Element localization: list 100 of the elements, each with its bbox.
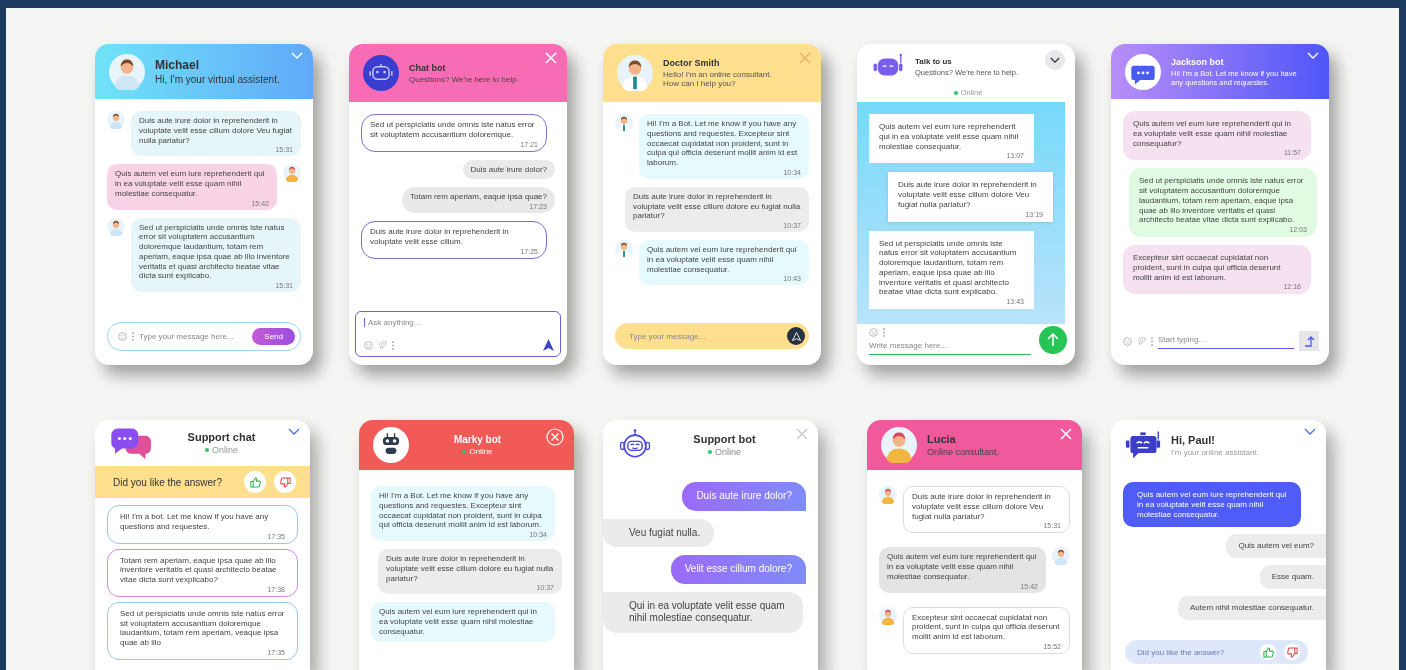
message-text: Quis autem vel eum iure reprehenderit qui in ea voluptate velit esse quam nihil molestiae consequatur. bbox=[1137, 490, 1287, 520]
arrow-up-icon bbox=[1303, 335, 1315, 347]
message-text: Sed ut perspiciatis unde omnis iste natus error sit voluptatem accusantium doloremque. bbox=[370, 120, 536, 140]
avatar-icon bbox=[1052, 547, 1070, 566]
header-title: Lucia bbox=[927, 433, 957, 445]
chat-bubble-icon bbox=[1125, 53, 1161, 90]
message-text: Excepteur sint occaecat cupidatat non proident, sunt in culpa qui officia deserunt mollit anim id est laborum. bbox=[1133, 253, 1282, 283]
online-dot-icon bbox=[462, 449, 467, 454]
header-title: Doctor Smith bbox=[663, 58, 721, 68]
header-title: Hi, Paul! bbox=[1171, 433, 1216, 446]
emoji-icon[interactable] bbox=[118, 332, 127, 341]
message-text: Excepteur sint occaecat cupidatat non proident, sunt in culpa qui officia deserunt mollit anim id est laborum. bbox=[912, 612, 1061, 642]
status-text: Online bbox=[469, 447, 493, 456]
message-text: Hi! I'm a Bot. Let me know if you have any questions and requestes. Excepteur sint occaecat cupidatat non proident, sunt in culpa qui officia deserunt mollit anim id est laborum. bbox=[647, 119, 799, 168]
collapse-button[interactable] bbox=[288, 428, 300, 436]
message-text: Totam rem aperiam, eaque ipsa quae ab illo inventore veritatis et quasi architecto beatae vitae dicta sunt vexplicabo? bbox=[120, 555, 278, 585]
emoji-icon[interactable] bbox=[869, 328, 878, 337]
header-subtitle: Online consultant. bbox=[927, 447, 1001, 457]
send-arrow-icon bbox=[791, 331, 801, 341]
header-subtitle: I'm your online assistant. bbox=[1171, 447, 1260, 457]
thumbs-down-icon bbox=[1286, 646, 1298, 658]
avatar-icon bbox=[879, 486, 897, 504]
message-text: Hi! I'm a Bot. Let me know if you have any questions and requestes. Excepteur sint occaecat cupidatat non proident, sunt in culpa qui officia deserunt mollit anim id est laborum. bbox=[379, 491, 543, 530]
message-text: Esse quam. bbox=[1271, 572, 1314, 582]
avatar-icon bbox=[107, 217, 125, 236]
send-arrow-icon bbox=[543, 339, 554, 351]
message-text: Duis aute irure dolor in reprehenderit in voluptate velit esse cillum dolore Veu fugiat nulla pariatur? bbox=[139, 116, 293, 146]
message-text: Quis autem vel eum iure reprehenderit qui in ea voluptate velit esse quam nihil molestiae consequatur. bbox=[115, 169, 266, 199]
message-text: Quis autem vel eum iure reprehenderit qui in ea voluptate velit esse quam nihil molestiae consequatur. bbox=[647, 245, 798, 275]
message-text: Quis autem vel eum iure reprehenderit qui in ea voluptate velit esse quam nihil molestiae consequatur? bbox=[1133, 119, 1292, 149]
message-text: Duis aute irure dolor in reprehenderit in voluptate velit esse cillum dolore Veu fugiat nulla pariatur? bbox=[898, 180, 1038, 210]
close-icon bbox=[1060, 428, 1072, 440]
status-text: Online bbox=[212, 445, 238, 455]
avatar-icon bbox=[615, 240, 633, 258]
header-title: Michael bbox=[155, 58, 200, 72]
message-input[interactable]: Ask anything... bbox=[364, 318, 554, 327]
header-title: Jackson bot bbox=[1171, 56, 1225, 67]
online-dot-icon bbox=[953, 90, 958, 95]
message-text: Autem nihil molestiae consequatur. bbox=[1189, 602, 1314, 613]
message-text: Quis autem vel eum? bbox=[1238, 541, 1314, 551]
send-button[interactable]: Send bbox=[252, 328, 295, 345]
message-text: Quis autem vel eum iure reprehenderit qui in ea voluptate velit esse quam nihil molestiae consequatur. bbox=[379, 607, 538, 637]
message-text: Velit esse cillum dolore? bbox=[684, 563, 792, 576]
thumbs-down-icon bbox=[279, 476, 291, 488]
thumbs-up-button[interactable] bbox=[244, 471, 266, 493]
message-text: Hi! I'm a bot. Let me know if you have any questions and requestes. bbox=[120, 512, 270, 532]
status-text: Online bbox=[715, 447, 741, 457]
header-subtitle: Questions? We're here to help. bbox=[409, 74, 520, 84]
chevron-down-icon bbox=[288, 428, 300, 436]
message-input[interactable]: Write message here... bbox=[869, 341, 1031, 355]
close-button[interactable] bbox=[796, 428, 808, 440]
message-text: Quis autem vel eum iure reprehenderit qui in ea voluptate velit esse quam nihil molestiae consequatur. bbox=[879, 122, 1020, 152]
message-text: Totam rem aperiam, eaque ipsa quae? bbox=[410, 192, 547, 202]
message-text: Sed ut perspiciatis unde omnis iste natus error sit voluptatem accusantium doloremque laudantium, totam rem aperiam, eaque ipsa quae ab illo inventore veritatis et quasi architecto beatae vitae dicta sunt explicabo. bbox=[1139, 176, 1305, 225]
chevron-down-icon bbox=[1307, 52, 1319, 60]
chevron-down-icon bbox=[1304, 428, 1316, 436]
chevron-down-icon bbox=[1050, 56, 1060, 64]
message-field[interactable]: Type your message... bbox=[615, 323, 809, 349]
message-input[interactable]: Type your message here... bbox=[139, 332, 248, 341]
feedback-question: Did you like the answer? bbox=[1137, 647, 1226, 657]
message-input[interactable]: Type your message... bbox=[629, 331, 782, 341]
close-button[interactable] bbox=[799, 52, 811, 64]
header-title: Support chat bbox=[187, 431, 256, 443]
message-input[interactable]: Start typing... bbox=[1158, 333, 1294, 349]
message-text: Duis aute irure dolor in reprehenderit in voluptate velit esse cillum. bbox=[370, 227, 510, 247]
emoji-icon[interactable] bbox=[364, 340, 373, 350]
attachment-icon[interactable] bbox=[1137, 336, 1146, 346]
header-title: Marky bot bbox=[453, 434, 502, 445]
message-text: Sed ut perspiciatis unde omnis iste natus error sit voluptatem accusantium doloremque laudantium, totam rem aperiam, veaque ipsa quae ab illo bbox=[120, 608, 285, 648]
collapse-button[interactable] bbox=[1304, 428, 1316, 436]
header-title: Chat bot bbox=[409, 62, 447, 73]
emoji-icon[interactable] bbox=[1123, 336, 1132, 346]
avatar-icon bbox=[617, 55, 653, 91]
close-circle-icon bbox=[546, 428, 564, 446]
send-button[interactable] bbox=[543, 339, 554, 351]
header-subtitle: Hi, I'm your virtual assistent. bbox=[155, 74, 281, 85]
attachment-icon[interactable] bbox=[378, 340, 387, 350]
thumbs-up-button[interactable] bbox=[1260, 644, 1276, 660]
thumbs-down-button[interactable] bbox=[274, 471, 296, 493]
collapse-button[interactable] bbox=[1045, 50, 1065, 70]
avatar-icon bbox=[879, 606, 897, 625]
avatar-icon bbox=[107, 111, 125, 129]
avatar-icon bbox=[109, 53, 145, 90]
message-text: Sed ut perspiciatis unde omnis iste natus error sit voluptatem accusantium doloremque laudantium, totam rem aperiam, eaque ipsa quae ab illo inventore veritatis et quasi architecto beatae vitae dicta sunt explicabo. bbox=[139, 222, 291, 281]
message-text: Duis aute irure dolor in reprehenderit in voluptate velit esse cillum dolore eu fugiat nulla pariatur? bbox=[633, 191, 801, 221]
message-text: Duis aute irure dolor? bbox=[470, 164, 547, 175]
message-text: Veu fugiat nulla. bbox=[629, 526, 701, 539]
thumbs-up-icon bbox=[1262, 646, 1274, 658]
message-text: Quis autem vel eum iure reprehenderit qui in ea voluptate velit esse quam nihil molestiae consequatur. bbox=[887, 552, 1038, 582]
avatar-icon bbox=[881, 427, 917, 463]
close-icon bbox=[796, 428, 808, 440]
arrow-up-icon bbox=[1047, 333, 1059, 347]
avatar-icon bbox=[283, 164, 301, 183]
online-dot-icon bbox=[708, 450, 712, 454]
send-button[interactable] bbox=[787, 327, 805, 345]
message-text: Duis aute irure dolor in reprehenderit in voluptate velit esse cillum dolore Veu fugiat nulla pariatur? bbox=[912, 492, 1052, 522]
header-title: Support bot bbox=[693, 433, 756, 445]
message-text: Duis aute irure dolor in reprehenderit in voluptate velit esse cillum dolore eu fugiat nulla pariatur? bbox=[386, 554, 554, 584]
thumbs-down-button[interactable] bbox=[1284, 644, 1300, 660]
close-icon bbox=[545, 52, 557, 64]
